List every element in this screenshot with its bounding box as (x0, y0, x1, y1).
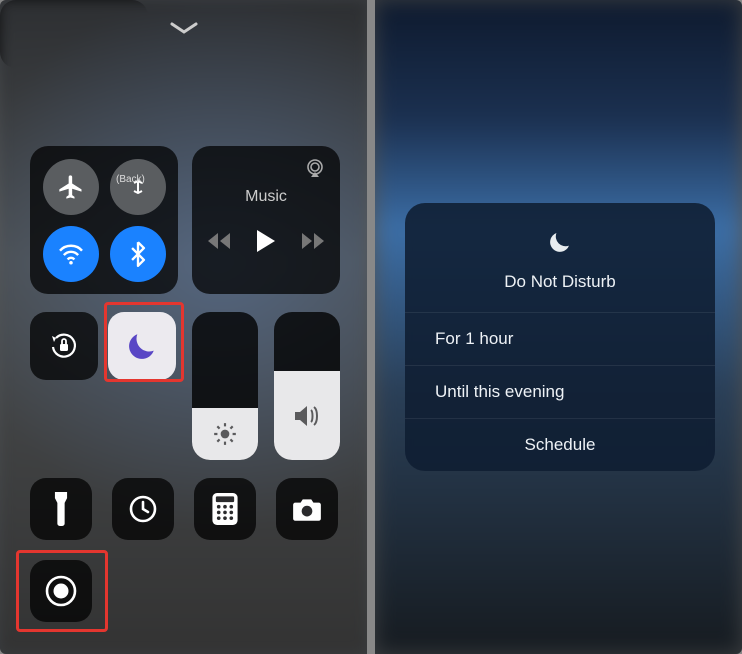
dnd-menu-screenshot: Do Not Disturb For 1 hour Until this eve… (375, 0, 742, 654)
previous-track-button[interactable] (208, 233, 230, 249)
dnd-menu-title: Do Not Disturb (405, 272, 715, 292)
dnd-option-1hour[interactable]: For 1 hour (405, 313, 715, 366)
screen-record-button[interactable] (30, 560, 92, 622)
connectivity-panel: (Back) (30, 146, 178, 294)
bluetooth-toggle[interactable] (110, 226, 166, 282)
flashlight-button[interactable] (30, 478, 92, 540)
airplane-mode-toggle[interactable] (43, 159, 99, 215)
camera-button[interactable] (276, 478, 338, 540)
music-title: Music (245, 188, 287, 206)
dnd-menu-header: Do Not Disturb (405, 203, 715, 313)
moon-icon (405, 229, 715, 262)
wifi-toggle[interactable] (43, 226, 99, 282)
brightness-fill (192, 408, 258, 460)
moon-icon (125, 329, 159, 363)
volume-slider[interactable] (274, 312, 340, 460)
chevron-down-icon[interactable] (170, 22, 198, 36)
dnd-context-menu: Do Not Disturb For 1 hour Until this eve… (405, 203, 715, 471)
airplay-icon[interactable] (304, 158, 326, 178)
calculator-button[interactable] (194, 478, 256, 540)
control-center-screenshot: (Back) Music Screen Mirroring (0, 0, 367, 654)
volume-fill (274, 371, 340, 460)
dnd-option-until-evening[interactable]: Until this evening (405, 366, 715, 419)
do-not-disturb-toggle[interactable] (108, 312, 176, 380)
play-button[interactable] (256, 230, 276, 252)
brightness-slider[interactable] (192, 312, 258, 460)
cellular-label: (Back) (116, 174, 145, 185)
orientation-lock-toggle[interactable] (30, 312, 98, 380)
volume-icon (293, 404, 321, 428)
dnd-option-schedule[interactable]: Schedule (405, 419, 715, 471)
cellular-data-toggle[interactable] (110, 159, 166, 215)
next-track-button[interactable] (302, 233, 324, 249)
brightness-icon (212, 421, 238, 447)
timer-button[interactable] (112, 478, 174, 540)
music-panel: Music (192, 146, 340, 294)
